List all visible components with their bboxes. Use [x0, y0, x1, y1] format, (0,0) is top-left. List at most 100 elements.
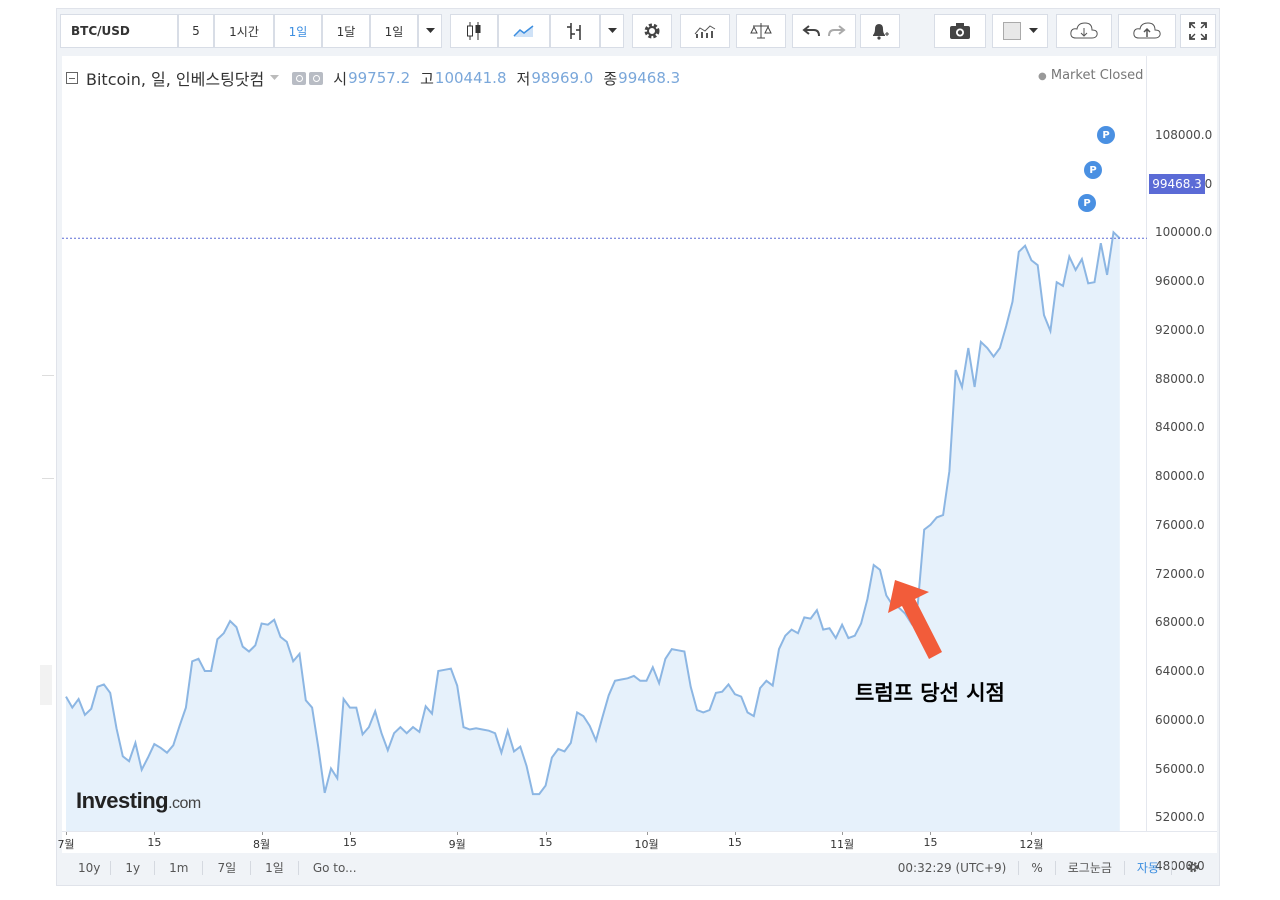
- current-price-tag: 99468.3: [1149, 174, 1205, 194]
- interval-label: 1일: [384, 24, 404, 39]
- bell-plus-icon: [873, 24, 889, 40]
- price-tick-label: 100000.0: [1155, 225, 1213, 240]
- time-tick-mark: [930, 832, 932, 835]
- chevron-down-icon: [425, 28, 435, 33]
- scale-icon: [750, 23, 772, 39]
- screenshot-button[interactable]: [934, 14, 986, 48]
- range-1m-button[interactable]: 1m: [155, 861, 204, 875]
- marker-label: P: [1102, 129, 1110, 141]
- range-10y-button[interactable]: 10y: [60, 861, 112, 875]
- time-tick-mark: [545, 832, 547, 835]
- bottom-settings-button[interactable]: [1172, 860, 1218, 877]
- interval-1m-button[interactable]: 1달: [322, 14, 370, 48]
- hide-series-icon[interactable]: [292, 71, 307, 85]
- color-picker-button[interactable]: [992, 14, 1048, 48]
- bar-style-button[interactable]: [550, 14, 600, 48]
- price-axis[interactable]: 108000.0104000.0100000.096000.092000.088…: [1147, 56, 1217, 873]
- price-tick-label: 80000.0: [1155, 469, 1205, 483]
- time-tick-mark: [842, 832, 844, 835]
- bottom-bar: 10y 1y 1m 7일 1일 Go to... 00:32:29 (UTC+9…: [60, 855, 1218, 881]
- chart-title: Bitcoin, 일, 인베스팅닷컴: [86, 70, 265, 89]
- interval-1d-button[interactable]: 1일: [274, 14, 322, 48]
- price-tick-label: 92000.0: [1155, 322, 1205, 337]
- time-tick-label: 15: [538, 836, 553, 849]
- market-status: ● Market Closed: [1038, 68, 1143, 83]
- clock: 00:32:29 (UTC+9): [886, 861, 1020, 875]
- compare-button[interactable]: [736, 14, 786, 48]
- alert-button[interactable]: [860, 14, 900, 48]
- gear-icon: [644, 23, 660, 39]
- redo-icon[interactable]: [828, 24, 846, 38]
- price-tick-label: 88000.0: [1155, 371, 1205, 386]
- chevron-down-icon: [607, 28, 617, 33]
- chart-type-dropdown-button[interactable]: [600, 14, 624, 48]
- cloud-download-button[interactable]: [1056, 14, 1112, 48]
- price-tick-label: 72000.0: [1155, 566, 1205, 581]
- undo-redo-group: [792, 14, 856, 48]
- indicators-button[interactable]: [680, 14, 730, 48]
- time-tick-label: 11월: [830, 838, 855, 851]
- marker-p-icon[interactable]: P: [1078, 194, 1096, 212]
- interval-1h-button[interactable]: 1시간: [214, 14, 274, 48]
- price-tick-label: 108000.0: [1155, 127, 1213, 142]
- price-tick-label: 52000.0: [1155, 810, 1205, 825]
- symbol-button[interactable]: BTC/USD: [60, 14, 178, 48]
- undo-icon[interactable]: [802, 24, 820, 38]
- fullscreen-button[interactable]: [1180, 14, 1216, 48]
- indicators-icon: [694, 25, 716, 38]
- fullscreen-icon: [1189, 22, 1207, 40]
- area-fill: [66, 232, 1120, 831]
- time-tick-mark: [154, 832, 156, 835]
- symbol-label: BTC/USD: [71, 24, 130, 38]
- price-tick-label: 96000.0: [1155, 274, 1205, 288]
- candlestick-button[interactable]: [450, 14, 498, 48]
- collapse-legend-icon[interactable]: [66, 72, 78, 84]
- price-tick-label: 64000.0: [1155, 664, 1205, 678]
- area-chart-button[interactable]: [498, 14, 550, 48]
- camera-icon: [950, 23, 970, 39]
- time-tick-label: 15: [923, 836, 938, 849]
- open-value: 99757.2: [348, 69, 411, 87]
- cloud-upload-button[interactable]: [1118, 14, 1176, 48]
- time-tick-label: 12월: [1019, 838, 1044, 851]
- settings-button[interactable]: [632, 14, 672, 48]
- interval-dropdown-button[interactable]: [418, 14, 442, 48]
- percent-scale-button[interactable]: %: [1019, 861, 1056, 875]
- goto-button[interactable]: Go to...: [299, 861, 367, 875]
- marker-p-icon[interactable]: P: [1084, 161, 1102, 179]
- low-label: 저: [516, 69, 531, 88]
- candlestick-icon: [467, 22, 481, 40]
- time-tick-mark: [349, 832, 351, 835]
- marker-label: P: [1089, 164, 1097, 176]
- marker-p-icon[interactable]: P: [1097, 126, 1115, 144]
- interval-1d-alt-button[interactable]: 1일: [370, 14, 418, 48]
- price-tick-label: 56000.0: [1155, 761, 1205, 776]
- price-tick-label: 84000.0: [1155, 420, 1205, 435]
- range-1y-button[interactable]: 1y: [111, 861, 156, 875]
- status-dot-icon: ●: [1038, 71, 1047, 82]
- left-edge-decoration: [42, 375, 54, 479]
- auto-scale-button[interactable]: 자동: [1125, 861, 1172, 875]
- time-tick-mark: [1031, 832, 1033, 835]
- time-axis[interactable]: 7월 15 8월 15 9월 15 10월 15 11월 15 12월: [57, 831, 1217, 853]
- series-settings-icon[interactable]: [309, 71, 324, 85]
- chart-plot-area[interactable]: [62, 56, 1147, 831]
- ohlc-bar-icon: [567, 23, 581, 40]
- time-tick-mark: [457, 832, 459, 835]
- time-tick-label: 15: [727, 836, 742, 849]
- range-1d-button[interactable]: 1일: [251, 861, 299, 875]
- interval-label: 1달: [336, 24, 356, 39]
- time-tick-label: 7월: [57, 838, 75, 851]
- cloud-upload-icon: [1133, 22, 1161, 39]
- interval-5-button[interactable]: 5: [178, 14, 214, 48]
- chevron-down-icon[interactable]: [270, 75, 280, 81]
- log-scale-button[interactable]: 로그눈금: [1056, 861, 1125, 875]
- close-value: 99468.3: [618, 69, 681, 87]
- chevron-down-icon: [1028, 28, 1038, 33]
- range-7d-button[interactable]: 7일: [203, 861, 252, 875]
- price-tick-label: 76000.0: [1155, 517, 1205, 532]
- cloud-download-icon: [1070, 22, 1098, 39]
- left-edge-decoration: [40, 665, 52, 705]
- time-tick-mark: [66, 832, 67, 835]
- time-tick-mark: [261, 832, 263, 835]
